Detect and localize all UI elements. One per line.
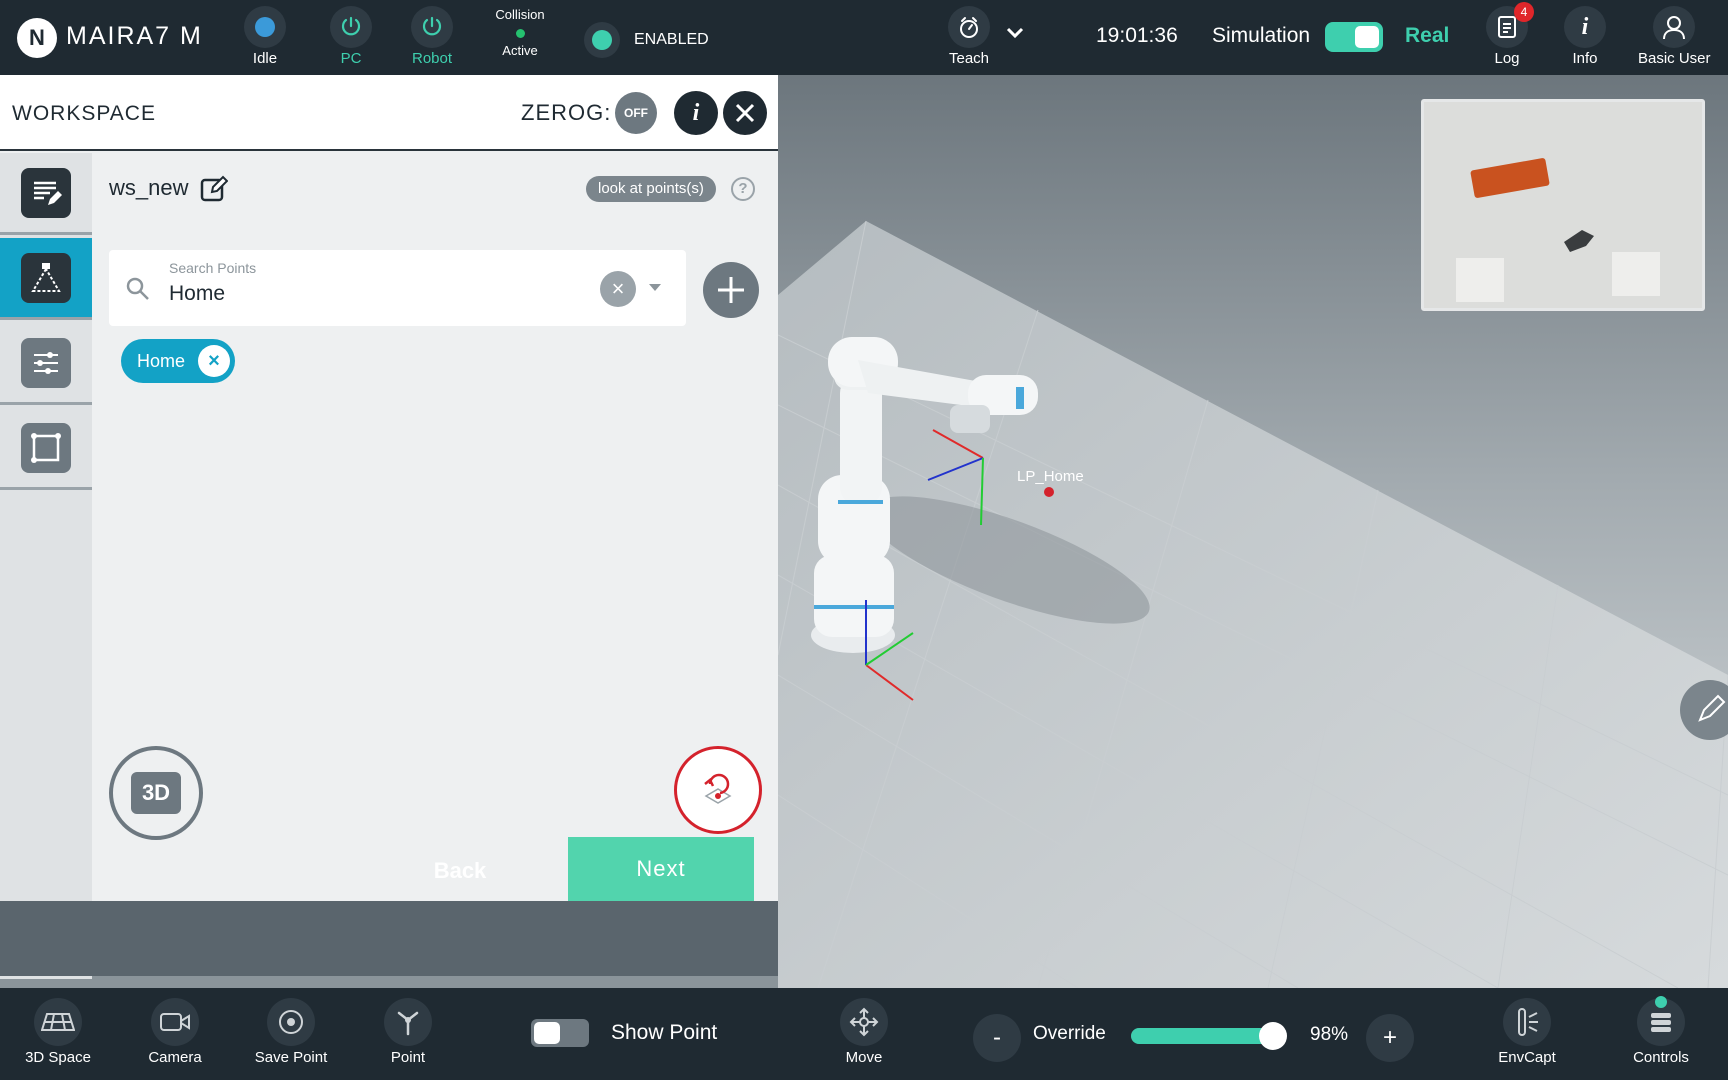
camera-preview[interactable] xyxy=(1421,99,1705,311)
robot-model-title: MAIRA7 M xyxy=(66,22,203,50)
plus-icon xyxy=(718,277,744,303)
bottom-bar: 3D Space Camera Save Point Point Show Po… xyxy=(0,988,1728,1080)
panel-footer xyxy=(0,901,778,976)
override-label: Override xyxy=(1033,1023,1106,1044)
pc-power-button[interactable]: PC xyxy=(330,6,372,67)
lp-home-marker xyxy=(1044,487,1054,497)
move-arrows-icon xyxy=(840,998,888,1046)
simulation-real-toggle[interactable] xyxy=(1325,22,1383,52)
point-label: LP_Home xyxy=(1017,468,1084,485)
clock: 19:01:36 xyxy=(1096,24,1178,47)
search-points-field[interactable]: Search Points × xyxy=(109,250,686,326)
enabled-dot-icon xyxy=(584,22,620,58)
show-point-label: Show Point xyxy=(611,1021,718,1044)
close-icon[interactable] xyxy=(723,91,767,135)
search-input[interactable] xyxy=(169,282,549,306)
sliders-icon xyxy=(21,337,71,388)
user-button[interactable]: Basic User xyxy=(1638,6,1711,67)
camera-button[interactable]: Camera xyxy=(125,998,225,1066)
dropdown-caret-icon[interactable] xyxy=(649,284,661,291)
look-at-points-button[interactable]: look at points(s) xyxy=(586,176,716,202)
user-icon xyxy=(1653,6,1696,48)
capture-3d-button[interactable]: 3D xyxy=(109,746,203,840)
info-icon: i xyxy=(1564,6,1606,48)
search-label: Search Points xyxy=(169,260,257,276)
frame-icon xyxy=(21,422,71,473)
nav-workspace-button[interactable] xyxy=(0,238,92,320)
override-decrease-button[interactable]: - xyxy=(973,1014,1021,1062)
enabled-status[interactable]: ENABLED xyxy=(584,22,709,58)
help-icon[interactable]: ? xyxy=(731,177,755,201)
workspace-name: ws_new xyxy=(109,175,189,200)
save-point-button[interactable]: Save Point xyxy=(241,998,341,1066)
panel-title: WORKSPACE xyxy=(12,102,156,125)
video-camera-icon xyxy=(151,998,199,1046)
override-value: 98% xyxy=(1310,1024,1349,1045)
nav-settings-button[interactable] xyxy=(0,323,92,405)
idle-dot-icon xyxy=(255,17,275,37)
point-tool-icon xyxy=(384,998,432,1046)
selected-point-chip[interactable]: Home × xyxy=(121,339,235,383)
envcapt-button[interactable]: EnvCapt xyxy=(1477,998,1577,1066)
power-icon xyxy=(411,6,453,48)
target-icon xyxy=(267,998,315,1046)
log-icon: 4 xyxy=(1486,2,1534,48)
panel-side-nav xyxy=(0,153,92,979)
zerog-label: ZEROG: xyxy=(521,100,612,125)
grid-3d-icon xyxy=(34,998,82,1046)
point-button[interactable]: Point xyxy=(358,998,458,1066)
collision-status[interactable]: Collision Active xyxy=(488,7,552,58)
real-label: Real xyxy=(1405,24,1450,47)
power-icon xyxy=(330,6,372,48)
robot-power-button[interactable]: Robot xyxy=(411,6,453,67)
collision-dot-icon xyxy=(515,29,525,38)
back-button[interactable]: Back xyxy=(420,851,500,891)
teach-mode-button[interactable]: Teach xyxy=(948,6,990,67)
controls-icon xyxy=(1637,996,1685,1046)
remove-chip-icon[interactable]: × xyxy=(198,345,230,377)
scene-edit-button[interactable] xyxy=(1680,680,1728,740)
pencil-icon xyxy=(1698,694,1726,722)
next-button[interactable]: Next xyxy=(568,837,754,901)
zerog-toggle-button[interactable]: OFF xyxy=(615,92,657,134)
workspace-panel: WORKSPACE ZEROG: OFF i ws_new look at po… xyxy=(0,75,778,979)
env-capture-icon xyxy=(1503,998,1551,1046)
workspace-icon xyxy=(21,252,71,303)
move-button[interactable]: Move xyxy=(814,998,914,1066)
edit-list-icon xyxy=(21,167,71,218)
edit-name-icon[interactable] xyxy=(200,175,229,208)
search-icon xyxy=(125,276,151,307)
camera-3d-icon: 3D xyxy=(131,772,181,814)
nav-program-button[interactable] xyxy=(0,153,92,235)
info-button[interactable]: i Info xyxy=(1564,6,1606,67)
brand-logo-icon: N xyxy=(17,18,57,58)
controls-button[interactable]: Controls xyxy=(1611,996,1711,1066)
status-idle[interactable]: Idle xyxy=(244,6,286,67)
controls-status-dot xyxy=(1655,996,1667,1008)
show-point-toggle[interactable] xyxy=(531,1019,589,1047)
reset-pose-icon xyxy=(704,773,732,804)
3d-space-button[interactable]: 3D Space xyxy=(8,998,108,1066)
teach-icon xyxy=(948,6,990,48)
override-increase-button[interactable]: + xyxy=(1366,1014,1414,1062)
add-point-button[interactable] xyxy=(703,262,759,318)
log-button[interactable]: 4 Log xyxy=(1486,2,1534,67)
clear-search-icon[interactable]: × xyxy=(600,271,636,307)
log-count-badge: 4 xyxy=(1514,2,1534,22)
panel-header: WORKSPACE ZEROG: OFF i xyxy=(0,75,778,151)
override-slider-knob[interactable] xyxy=(1259,1022,1288,1050)
simulation-label: Simulation xyxy=(1212,24,1311,47)
override-slider[interactable] xyxy=(1131,1022,1288,1050)
info-icon[interactable]: i xyxy=(674,91,718,135)
nav-frame-button[interactable] xyxy=(0,408,92,490)
reset-view-button[interactable] xyxy=(674,746,762,834)
teach-dropdown-chevron-icon[interactable] xyxy=(1004,22,1026,49)
override-slider-fill xyxy=(1131,1028,1274,1044)
top-bar: N MAIRA7 M Idle PC Robot Collision Activ… xyxy=(0,0,1728,75)
